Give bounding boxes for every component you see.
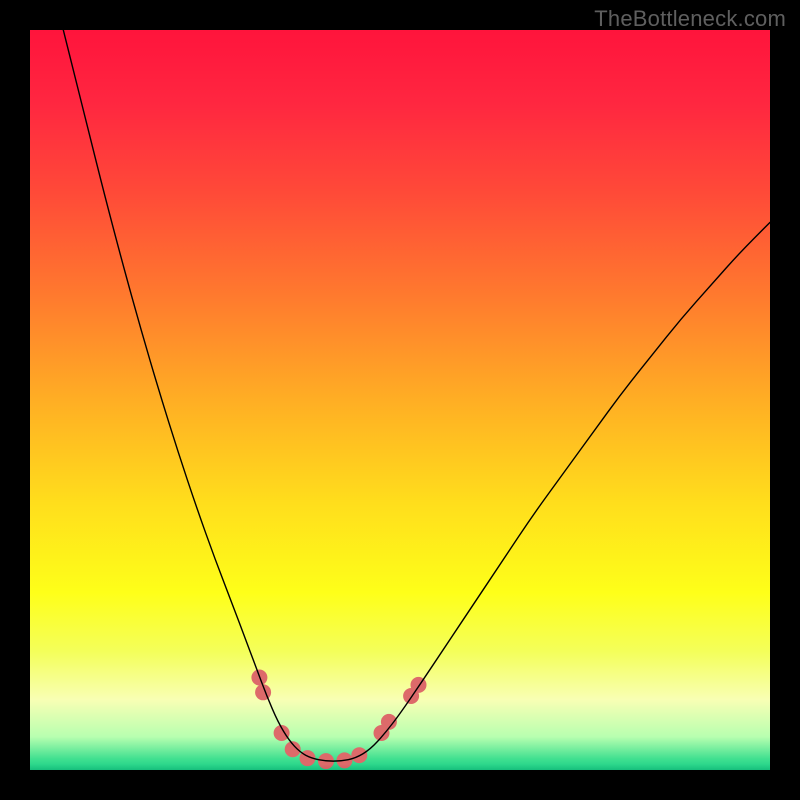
curve-line (63, 30, 770, 761)
base-shadow (30, 764, 770, 770)
watermark-text: TheBottleneck.com (594, 6, 786, 32)
chart-frame: TheBottleneck.com (0, 0, 800, 800)
plot-area (30, 30, 770, 770)
curve-layer (30, 30, 770, 770)
